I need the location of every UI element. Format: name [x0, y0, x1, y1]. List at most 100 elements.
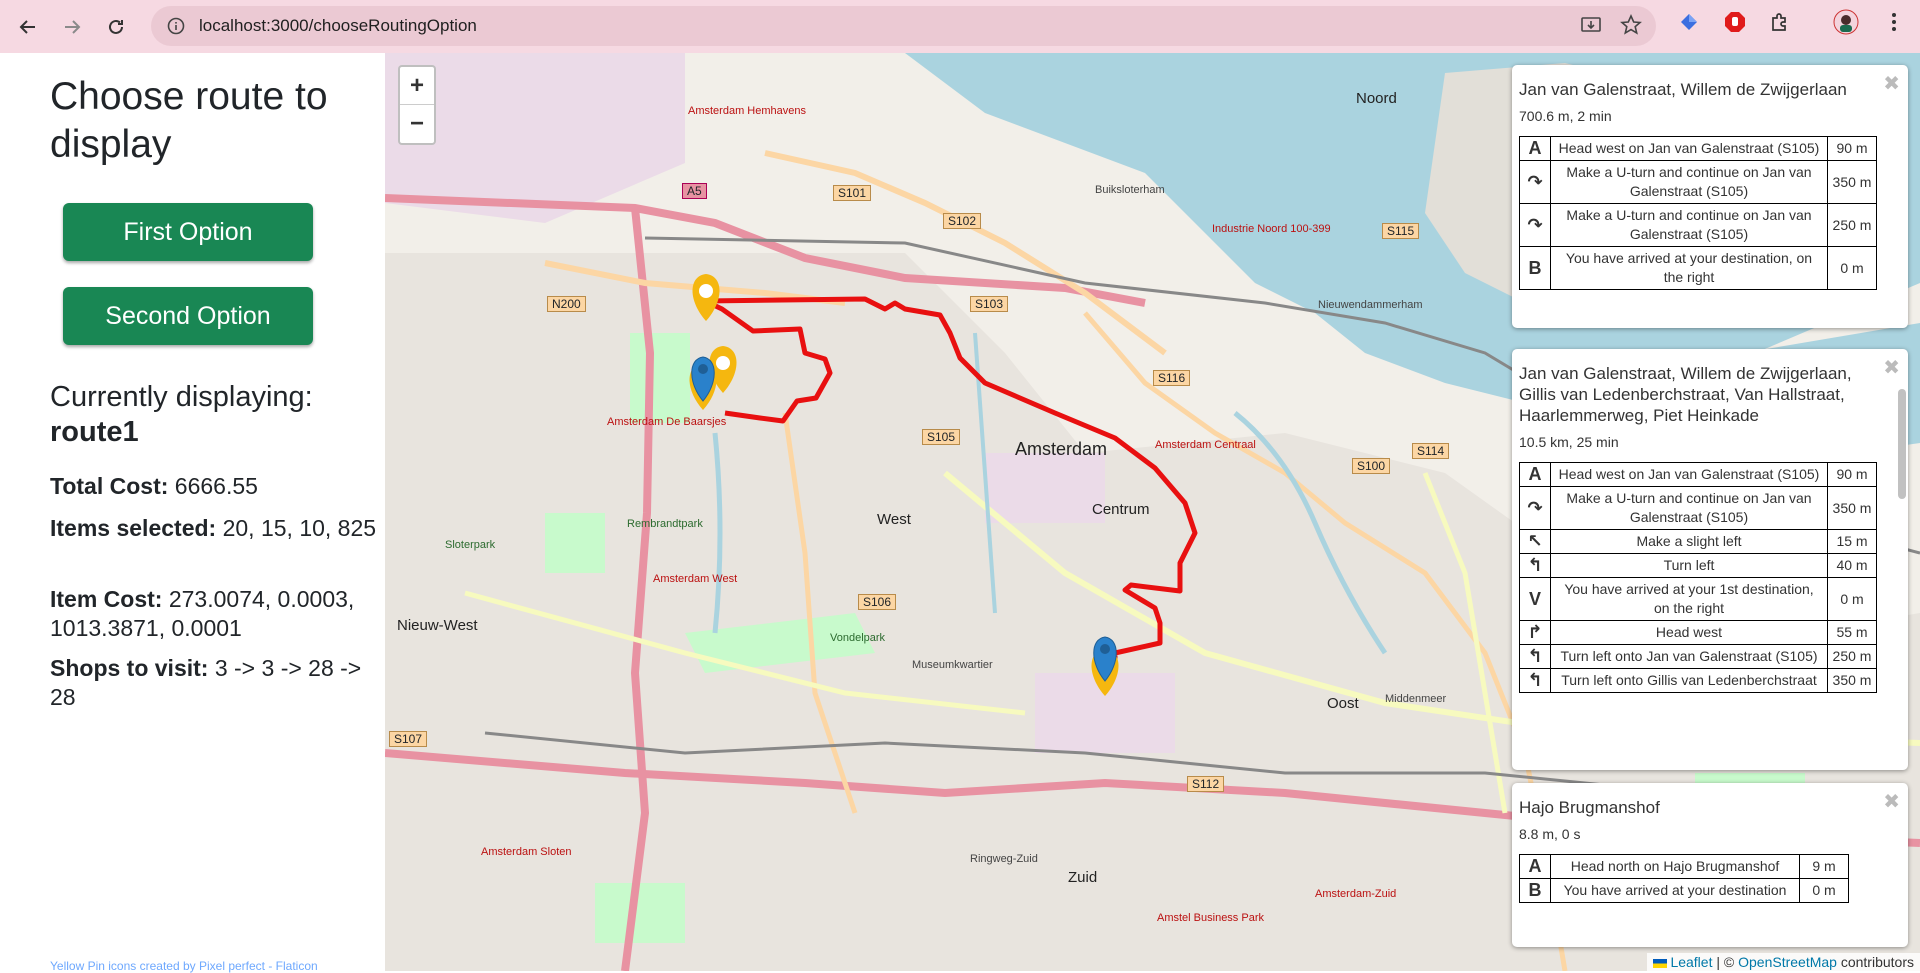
step-text: Turn left onto Jan van Galenstraat (S105…	[1550, 644, 1828, 669]
road-shield: S103	[970, 296, 1009, 312]
step-distance: 0 m	[1827, 577, 1877, 621]
zoom-out-button[interactable]: −	[400, 105, 434, 142]
close-icon[interactable]: ✖	[1883, 71, 1900, 96]
u-turn-icon: ↷	[1519, 486, 1551, 530]
instruction-row[interactable]: ↰ Turn left onto Jan van Galenstraat (S10…	[1519, 644, 1877, 669]
step-distance: 350 m	[1827, 668, 1877, 693]
scrollbar[interactable]	[1898, 389, 1906, 499]
road-shield: S106	[858, 594, 897, 610]
step-distance: 350 m	[1827, 160, 1877, 204]
total-cost-label: Total Cost:	[50, 473, 169, 499]
step-text: Make a U-turn and continue on Jan van Ga…	[1550, 203, 1828, 247]
address-bar[interactable]: localhost:3000/chooseRoutingOption	[151, 6, 1656, 46]
road-shield: A5	[682, 183, 707, 199]
instruction-row[interactable]: ↷ Make a U-turn and continue on Jan van G…	[1519, 486, 1877, 530]
slight-left-icon: ↖	[1519, 529, 1551, 554]
map-label: Amstel Business Park	[1157, 912, 1264, 924]
url-text[interactable]: localhost:3000/chooseRoutingOption	[199, 16, 477, 36]
browser-toolbar: localhost:3000/chooseRoutingOption	[0, 0, 1920, 53]
map-label: Centrum	[1092, 501, 1150, 518]
profile-avatar[interactable]	[1832, 8, 1860, 36]
attribution-tail: contributors	[1836, 954, 1914, 970]
instruction-row[interactable]: B You have arrived at your destination 0 m	[1519, 878, 1849, 903]
routing-panel: ✖ Jan van Galenstraat, Willem de Zwijger…	[1512, 349, 1908, 770]
instruction-row[interactable]: A Head west on Jan van Galenstraat (S105)…	[1519, 136, 1877, 161]
item-cost: Item Cost: 273.0074, 0.0003, 1013.3871, …	[50, 585, 380, 643]
step-distance: 90 m	[1827, 136, 1877, 161]
road-shield: S114	[1412, 443, 1450, 459]
close-icon[interactable]: ✖	[1883, 355, 1900, 380]
step-text: You have arrived at your destination, on…	[1550, 246, 1828, 290]
route-summary: 700.6 m, 2 min	[1519, 108, 1612, 124]
step-distance: 0 m	[1827, 246, 1877, 290]
road-shield: S102	[943, 213, 982, 229]
extension-diamond-icon[interactable]	[1675, 8, 1703, 36]
route-summary: 10.5 km, 25 min	[1519, 434, 1619, 450]
instruction-row[interactable]: ↰ Turn left onto Gillis van Ledenberchstr…	[1519, 668, 1877, 693]
second-option-button[interactable]: Second Option	[63, 287, 313, 345]
extension-adblock-icon[interactable]	[1721, 8, 1749, 36]
current-route-label: Currently displaying:	[50, 381, 313, 413]
map-label: Vondelpark	[830, 632, 886, 644]
reload-icon[interactable]	[96, 7, 136, 47]
road-shield: S116	[1153, 370, 1191, 386]
extensions-puzzle-icon[interactable]	[1766, 8, 1794, 36]
instruction-row[interactable]: ↰ Turn left 40 m	[1519, 553, 1877, 578]
back-icon[interactable]	[8, 7, 48, 47]
instruction-row[interactable]: B You have arrived at your destination, o…	[1519, 246, 1877, 290]
road-shield: S105	[922, 429, 961, 445]
step-text: Make a U-turn and continue on Jan van Ga…	[1550, 486, 1828, 530]
route-title: Hajo Brugmanshof	[1519, 798, 1660, 817]
road-shield: S107	[389, 731, 428, 747]
map-label: Middenmeer	[1385, 693, 1447, 705]
instruction-row[interactable]: ↱ Head west 55 m	[1519, 620, 1877, 645]
current-route-name: route1	[50, 416, 139, 448]
head-icon: ↱	[1519, 620, 1551, 645]
total-cost: Total Cost: 6666.55	[50, 472, 380, 501]
browser-menu-icon[interactable]	[1880, 8, 1908, 36]
first-option-button[interactable]: First Option	[63, 203, 313, 261]
map-label: Industrie Noord 100-399	[1212, 223, 1331, 235]
instruction-row[interactable]: ↷ Make a U-turn and continue on Jan van G…	[1519, 203, 1877, 247]
step-text: Head west on Jan van Galenstraat (S105)	[1550, 136, 1828, 161]
map-attribution: Leaflet | © OpenStreetMap contributors	[1646, 953, 1920, 971]
step-text: You have arrived at your destination	[1550, 878, 1800, 903]
map-label: Ringweg-Zuid	[970, 853, 1038, 865]
instructions-table: A Head north on Hajo Brugmanshof 9 m B You …	[1519, 854, 1849, 903]
instruction-row[interactable]: A Head west on Jan van Galenstraat (S105)…	[1519, 462, 1877, 487]
step-icon: A	[1519, 462, 1551, 487]
install-app-icon[interactable]	[1580, 14, 1602, 41]
leaflet-map[interactable]: Amsterdam West Centrum Oost Noord Zuid N…	[385, 53, 1920, 971]
step-icon: A	[1519, 136, 1551, 161]
step-distance: 9 m	[1799, 854, 1849, 879]
instruction-row[interactable]: V You have arrived at your 1st destinatio…	[1519, 577, 1877, 621]
map-label: Sloterpark	[445, 539, 496, 551]
map-label: Noord	[1356, 90, 1397, 107]
items-selected-label: Items selected:	[50, 515, 217, 541]
route-title: Jan van Galenstraat, Willem de Zwijgerla…	[1519, 80, 1847, 99]
road-shield: S115	[1382, 223, 1420, 239]
instruction-row[interactable]: A Head north on Hajo Brugmanshof 9 m	[1519, 854, 1849, 879]
u-turn-icon: ↷	[1519, 203, 1551, 247]
instruction-row[interactable]: ↖ Make a slight left 15 m	[1519, 529, 1877, 554]
map-label: Amsterdam-Zuid	[1315, 888, 1397, 900]
map-label: Amsterdam	[1015, 439, 1108, 459]
road-shield: S100	[1352, 458, 1391, 474]
leaflet-link[interactable]: Leaflet	[1670, 954, 1712, 970]
step-text: Head west	[1550, 620, 1828, 645]
instruction-row[interactable]: ↷ Make a U-turn and continue on Jan van G…	[1519, 160, 1877, 204]
map-label: Museumkwartier	[912, 659, 993, 671]
zoom-in-button[interactable]: +	[400, 67, 434, 105]
turn-left-icon: ↰	[1519, 668, 1551, 693]
site-info-icon[interactable]	[163, 13, 189, 39]
attribution-separator: | ©	[1712, 954, 1739, 970]
close-icon[interactable]: ✖	[1883, 789, 1900, 814]
total-cost-value: 6666.55	[174, 473, 258, 499]
osm-link[interactable]: OpenStreetMap	[1738, 954, 1837, 970]
step-distance: 15 m	[1827, 529, 1877, 554]
forward-icon[interactable]	[52, 7, 92, 47]
step-distance: 0 m	[1799, 878, 1849, 903]
items-selected-value: 20, 15, 10, 825	[222, 515, 377, 541]
bookmark-star-icon[interactable]	[1620, 14, 1642, 41]
route-selector-panel: Choose route to display First Option Sec…	[0, 53, 385, 973]
